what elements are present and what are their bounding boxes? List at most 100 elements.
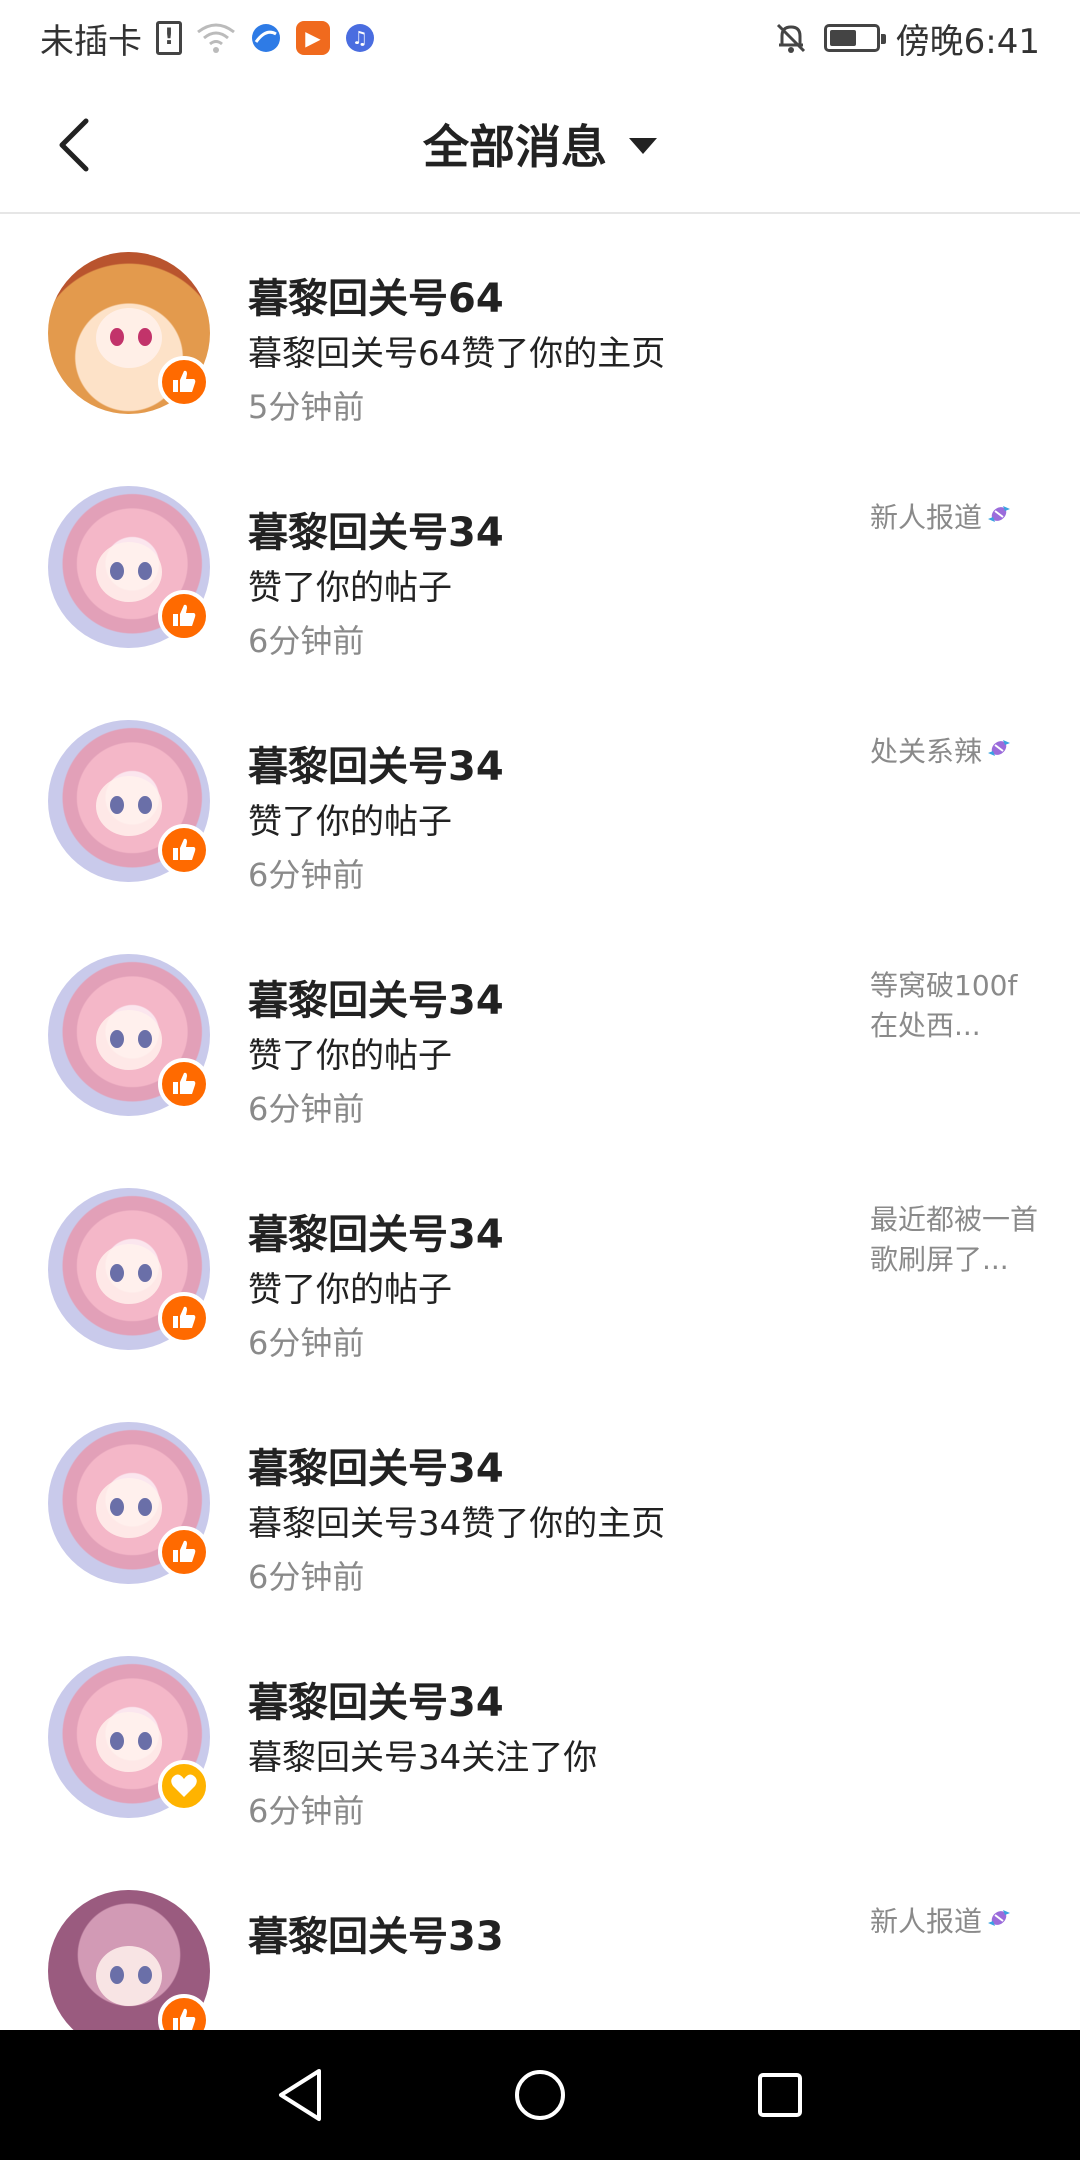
post-preview[interactable]: 处关系辣: [870, 732, 1040, 774]
avatar-eye: [138, 1030, 152, 1048]
back-triangle-icon: [279, 2069, 321, 2121]
message-filter-dropdown[interactable]: 全部消息: [423, 111, 657, 177]
status-left: 未插卡 ! ▶ ♫: [40, 14, 376, 63]
like-thumb-icon: [158, 824, 210, 876]
avatar-face: [96, 1010, 162, 1070]
message-text: 暮黎回关号34赞了你的主页: [248, 1504, 666, 1544]
caret-down-icon: [629, 138, 657, 154]
candy-icon: [984, 733, 1014, 774]
timestamp: 6分钟前: [248, 1792, 365, 1830]
message-list: 暮黎回关号64关注了你 5分钟前 暮黎回关号64 暮黎回关号64赞了你的主页 5…: [0, 0, 1080, 2086]
avatar-eye: [138, 1264, 152, 1282]
avatar-eye: [110, 1030, 124, 1048]
nav-back-button[interactable]: [260, 2055, 340, 2135]
sender-name[interactable]: 暮黎回关号34: [248, 1670, 504, 1728]
timestamp: 5分钟前: [248, 388, 365, 426]
avatar-face: [96, 776, 162, 836]
status-bar: 未插卡 ! ▶ ♫ 傍晚6:41: [0, 0, 1080, 76]
message-text: 赞了你的帖子: [248, 802, 452, 842]
avatar-face: [96, 1946, 162, 2006]
post-preview[interactable]: 等窝破100f在处西...: [870, 966, 1040, 1046]
music-app-icon: ♫: [344, 22, 376, 54]
avatar-face: [96, 542, 162, 602]
message-item[interactable]: 暮黎回关号34 赞了你的帖子 6分钟前 处关系辣: [0, 682, 1080, 916]
message-text: 赞了你的帖子: [248, 1270, 452, 1310]
like-thumb-icon: [158, 1292, 210, 1344]
avatar-eye: [138, 562, 152, 580]
back-button[interactable]: [44, 110, 104, 180]
like-thumb-icon: [158, 590, 210, 642]
avatar-eye: [138, 328, 152, 346]
avatar-eye: [138, 1732, 152, 1750]
avatar-eye: [138, 1498, 152, 1516]
home-circle-icon: [515, 2070, 565, 2120]
browser-icon: [250, 22, 282, 54]
message-item[interactable]: 暮黎回关号34 赞了你的帖子 6分钟前 最近都被一首歌刷屏了...: [0, 1150, 1080, 1384]
app-header: 全部消息: [0, 76, 1080, 214]
avatar-eye: [110, 562, 124, 580]
like-thumb-icon: [158, 356, 210, 408]
page-title: 全部消息: [423, 120, 607, 174]
status-right: 傍晚6:41: [774, 14, 1040, 63]
post-preview[interactable]: 新人报道: [870, 498, 1040, 540]
post-title: 处关系辣: [870, 735, 983, 768]
battery-charging-icon: [823, 24, 886, 52]
avatar-eye: [138, 796, 152, 814]
post-title: 新人报道: [870, 501, 983, 534]
like-thumb-icon: [158, 1058, 210, 1110]
avatar-face: [96, 1712, 162, 1772]
message-item[interactable]: 暮黎回关号34 暮黎回关号34赞了你的主页 6分钟前: [0, 1384, 1080, 1618]
chevron-left-icon: [59, 118, 89, 172]
sender-name[interactable]: 暮黎回关号33: [248, 1904, 504, 1962]
clock-text: 傍晚6:41: [895, 21, 1040, 62]
avatar-eye: [138, 1966, 152, 1984]
bell-off-icon: [774, 21, 808, 55]
avatar-face: [96, 308, 162, 368]
message-text: 暮黎回关号64赞了你的主页: [248, 334, 666, 374]
message-item[interactable]: 暮黎回关号34 暮黎回关号34关注了你 6分钟前: [0, 1618, 1080, 1852]
avatar-eye: [110, 1732, 124, 1750]
message-item[interactable]: 暮黎回关号64 暮黎回关号64赞了你的主页 5分钟前: [0, 214, 1080, 448]
timestamp: 6分钟前: [248, 1324, 365, 1362]
avatar-eye: [110, 1966, 124, 1984]
follow-heart-icon: [158, 1760, 210, 1812]
message-item[interactable]: 暮黎回关号34 赞了你的帖子 6分钟前 新人报道: [0, 448, 1080, 682]
like-thumb-icon: [158, 1526, 210, 1578]
post-title: 最近都被一首歌刷屏了...: [870, 1203, 1039, 1276]
sim-alert-icon: !: [156, 21, 182, 55]
avatar-eye: [110, 1498, 124, 1516]
timestamp: 6分钟前: [248, 856, 365, 894]
sender-name[interactable]: 暮黎回关号34: [248, 968, 504, 1026]
message-text: 赞了你的帖子: [248, 568, 452, 608]
sender-name[interactable]: 暮黎回关号34: [248, 734, 504, 792]
post-preview[interactable]: 最近都被一首歌刷屏了...: [870, 1200, 1040, 1280]
sender-name[interactable]: 暮黎回关号34: [248, 1436, 504, 1494]
video-app-icon: ▶: [296, 21, 330, 55]
system-nav-bar: [0, 2030, 1080, 2160]
post-title: 新人报道: [870, 1905, 983, 1938]
timestamp: 6分钟前: [248, 622, 365, 660]
candy-icon: [984, 1903, 1014, 1944]
carrier-text: 未插卡: [40, 21, 142, 62]
avatar-face: [96, 1478, 162, 1538]
avatar-face: [96, 1244, 162, 1304]
avatar-eye: [110, 1264, 124, 1282]
timestamp: 6分钟前: [248, 1558, 365, 1596]
wifi-icon: [196, 22, 236, 54]
post-title: 等窝破100f在处西...: [870, 969, 1018, 1042]
sender-name[interactable]: 暮黎回关号34: [248, 500, 504, 558]
timestamp: 6分钟前: [248, 1090, 365, 1128]
message-text: 赞了你的帖子: [248, 1036, 452, 1076]
message-item[interactable]: 暮黎回关号34 赞了你的帖子 6分钟前 等窝破100f在处西...: [0, 916, 1080, 1150]
message-text: 暮黎回关号34关注了你: [248, 1738, 598, 1778]
sender-name[interactable]: 暮黎回关号64: [248, 266, 504, 324]
post-preview[interactable]: 新人报道: [870, 1902, 1040, 1944]
svg-text:♫: ♫: [352, 28, 368, 49]
avatar-eye: [110, 328, 124, 346]
sender-name[interactable]: 暮黎回关号34: [248, 1202, 504, 1260]
avatar-eye: [110, 796, 124, 814]
recents-square-icon: [758, 2073, 802, 2117]
nav-home-button[interactable]: [500, 2055, 580, 2135]
nav-recents-button[interactable]: [740, 2055, 820, 2135]
candy-icon: [984, 499, 1014, 540]
